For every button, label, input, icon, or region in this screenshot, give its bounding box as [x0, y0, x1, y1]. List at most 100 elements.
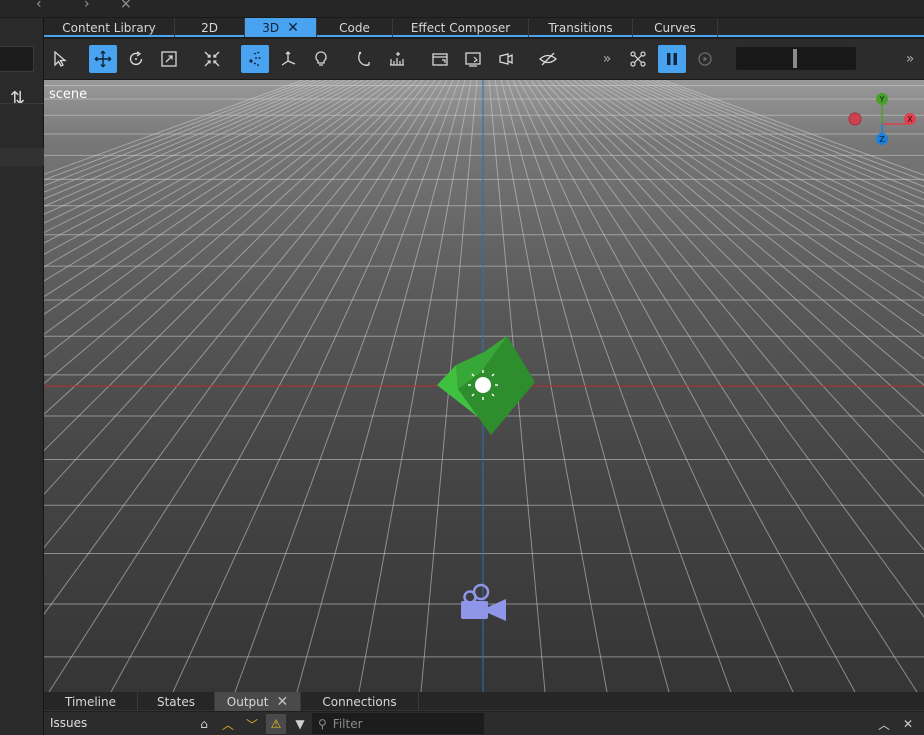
screen-view-button[interactable]: [459, 45, 487, 73]
filter-funnel-icon: ▼: [295, 717, 305, 731]
local-orientation-button[interactable]: [241, 45, 269, 73]
tab-label: Code: [339, 20, 370, 35]
left-panel-row[interactable]: [0, 103, 44, 121]
camera-view-icon: [432, 53, 448, 66]
more-chevrons-icon: »: [602, 51, 612, 67]
toolbar-overflow-button[interactable]: »: [593, 45, 621, 73]
warning-icon: ⚠: [270, 717, 282, 731]
left-panel-row-selected[interactable]: [0, 148, 44, 166]
select-tool-button[interactable]: [46, 45, 74, 73]
scene-label: scene: [49, 87, 88, 102]
screen-view-icon: [465, 52, 481, 67]
editor-tab-bar: Content Library 2D 3D ✕ Code Effect Compo…: [44, 18, 924, 37]
particles-button[interactable]: [624, 45, 652, 73]
pivot-button[interactable]: [274, 45, 302, 73]
filter-box: ⚲: [312, 713, 484, 734]
back-nav-icon[interactable]: ‹: [36, 0, 42, 12]
tab-label: States: [156, 694, 195, 709]
x-axis-label: X: [907, 115, 913, 124]
move-tool-button[interactable]: [89, 45, 117, 73]
camera-view-button[interactable]: [426, 45, 454, 73]
left-side-panel: ⇅: [0, 18, 44, 735]
visibility-toggle-button[interactable]: [534, 45, 562, 73]
filter-input[interactable]: [332, 716, 473, 731]
rotate-tool-button[interactable]: [122, 45, 150, 73]
next-issue-button[interactable]: ﹀: [242, 714, 262, 734]
bottom-tab-bar: Timeline States Output ✕ Connections: [44, 692, 924, 711]
move-icon: [94, 50, 112, 68]
previous-issue-button[interactable]: ︿: [218, 714, 238, 734]
tab-label: Timeline: [64, 694, 117, 709]
qt-design-studio-window: ‹ › × ⇅ Content Library 2D 3D ✕ Code Effe…: [0, 0, 924, 735]
maximize-panel-button[interactable]: ︿: [874, 714, 894, 734]
fit-selection-icon: [204, 51, 220, 67]
pause-icon: [667, 53, 677, 65]
title-strip: ‹ › ×: [0, 0, 924, 18]
z-axis-label: Z: [879, 135, 885, 144]
visibility-toggle-icon: [539, 52, 557, 66]
tab-label: Effect Composer: [410, 20, 511, 35]
close-tab-icon[interactable]: ✕: [287, 20, 299, 36]
more-chevrons-icon: »: [905, 51, 915, 67]
tab-curves[interactable]: Curves: [633, 18, 718, 37]
chevron-down-icon: ﹀: [245, 717, 258, 732]
chevron-up-icon: ︿: [877, 717, 890, 732]
light-toggle-button[interactable]: [307, 45, 335, 73]
close-nav-icon[interactable]: ×: [120, 0, 132, 12]
tab-2d[interactable]: 2D: [175, 18, 245, 37]
tab-output[interactable]: Output ✕: [215, 692, 301, 711]
close-panel-button[interactable]: ✕: [898, 714, 918, 734]
particles-icon: [630, 51, 646, 67]
issues-label: Issues: [50, 716, 88, 730]
playback-button[interactable]: [691, 45, 719, 73]
tab-code[interactable]: Code: [317, 18, 393, 37]
tab-states[interactable]: States: [138, 692, 215, 711]
camera-speed-icon: [499, 53, 513, 65]
grid-ruler-button[interactable]: [383, 45, 411, 73]
warnings-toggle-button[interactable]: ⚠: [266, 714, 286, 734]
tab-content-library[interactable]: Content Library: [44, 18, 175, 37]
close-icon: ✕: [902, 717, 914, 731]
camera-speed-button[interactable]: [492, 45, 520, 73]
tab-connections[interactable]: Connections: [301, 692, 419, 711]
pause-button[interactable]: [658, 45, 686, 73]
chevron-up-icon: ︿: [221, 717, 234, 732]
y-axis-label: Y: [879, 95, 885, 104]
3d-toolbar: » »: [44, 39, 924, 80]
tab-label: Curves: [654, 20, 696, 35]
scale-tool-button[interactable]: [155, 45, 183, 73]
playback-icon: [698, 52, 712, 66]
fit-selection-button[interactable]: [198, 45, 226, 73]
forward-nav-icon[interactable]: ›: [84, 0, 90, 12]
pivot-icon: [281, 51, 296, 66]
tab-label: Connections: [322, 694, 397, 709]
filter-options-button[interactable]: ▼: [290, 714, 310, 734]
tab-timeline[interactable]: Timeline: [44, 692, 138, 711]
grid-ruler-icon: [390, 52, 404, 66]
snap-rotation-button[interactable]: [350, 45, 378, 73]
issues-toolbar: Issues ⌂ ︿ ﹀ ⚠ ▼ ⚲ ︿ ✕: [44, 712, 924, 735]
local-orientation-icon: [249, 51, 261, 67]
close-tab-icon[interactable]: ✕: [276, 694, 288, 710]
negative-x-axis-handle[interactable]: [848, 112, 862, 126]
scale-icon: [161, 51, 177, 67]
3d-viewport[interactable]: scene Y X Z: [44, 80, 924, 692]
clear-issues-button[interactable]: ⌂: [194, 714, 214, 734]
tab-label: 3D: [262, 20, 280, 35]
select-arrow-icon: [54, 50, 67, 67]
left-panel-field[interactable]: [0, 46, 34, 72]
camera-speed-slider[interactable]: [736, 47, 856, 70]
toolbar-overflow-right-button[interactable]: »: [896, 45, 924, 73]
tab-transitions[interactable]: Transitions: [529, 18, 633, 37]
broom-icon: ⌂: [200, 717, 208, 731]
rotate-icon: [129, 51, 143, 66]
tab-3d[interactable]: 3D ✕: [245, 18, 317, 37]
orientation-gizmo[interactable]: Y X Z: [844, 92, 916, 148]
search-icon: ⚲: [318, 716, 327, 731]
tab-effect-composer[interactable]: Effect Composer: [393, 18, 529, 37]
tab-label: Content Library: [62, 20, 156, 35]
slider-handle[interactable]: [793, 49, 797, 68]
snap-rotation-icon: [358, 51, 370, 66]
light-bulb-icon: [315, 51, 327, 66]
tab-label: Output: [226, 694, 269, 709]
